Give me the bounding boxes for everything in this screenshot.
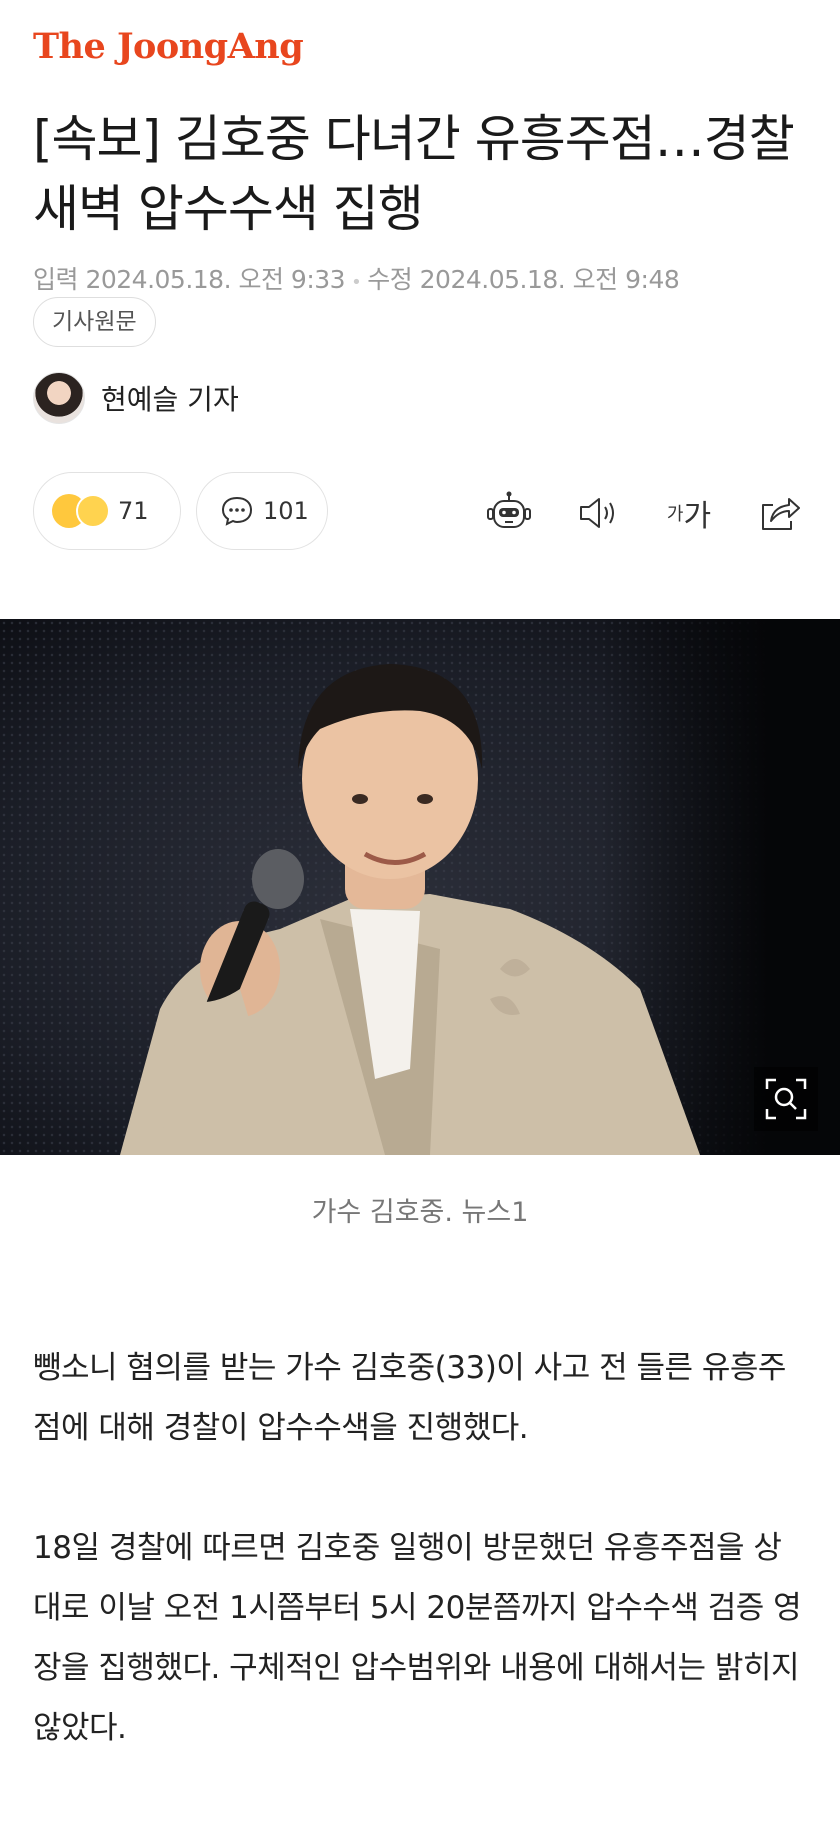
singer-photo-figure [120,664,700,1155]
read-aloud-button[interactable] [575,490,623,536]
author-byline[interactable]: 현예슬 기자 [33,372,239,424]
author-avatar [33,372,85,424]
photo-zoom-button[interactable] [754,1067,818,1131]
smile-emoji-icon [76,494,110,528]
reaction-count: 71 [118,497,149,525]
modified-time: 수정 2024.05.18. 오전 9:48 [367,265,680,294]
article-paragraph: 뺑소니 혐의를 받는 가수 김호중(33)이 사고 전 들른 유흥주점에 대해 … [33,1350,786,1446]
comment-count: 101 [263,497,309,525]
font-size-button[interactable]: 가가 [659,490,719,536]
ai-summary-button[interactable] [485,490,533,536]
share-button[interactable] [755,490,803,536]
font-size-large-label: 가 [683,499,712,534]
robot-icon [487,491,531,528]
original-article-button[interactable]: 기사원문 [33,297,156,347]
reaction-button[interactable]: 71 [33,472,181,550]
comment-bubble-icon [221,496,253,526]
article-photo[interactable] [0,619,840,1155]
zoom-icon [765,1078,807,1120]
author-name[interactable]: 현예슬 기자 [101,378,239,418]
article-headline: [속보] 김호중 다녀간 유흥주점…경찰 새벽 압수수색 집행 [33,110,795,238]
photo-caption: 가수 김호중. 뉴스1 [311,1197,529,1228]
article-timestamps: 입력 2024.05.18. 오전 9:33 • 수정 2024.05.18. 오전… [33,260,680,296]
meta-separator: • [351,272,362,293]
speaker-icon [580,498,614,528]
published-time: 입력 2024.05.18. 오전 9:33 [33,265,346,294]
comment-button[interactable]: 101 [196,472,328,550]
article-paragraph: 18일 경찰에 따르면 김호중 일행이 방문했던 유흥주점을 상대로 이날 오전… [33,1530,802,1746]
share-icon [762,498,800,530]
article-body: 뺑소니 혐의를 받는 가수 김호중(33)이 사고 전 들른 유흥주점에 대해 … [33,1338,808,1818]
article-action-bar: 71 101 가가 [33,472,807,552]
font-size-small-label: 가 [666,504,684,525]
site-logo[interactable]: The JoongAng [33,26,304,67]
